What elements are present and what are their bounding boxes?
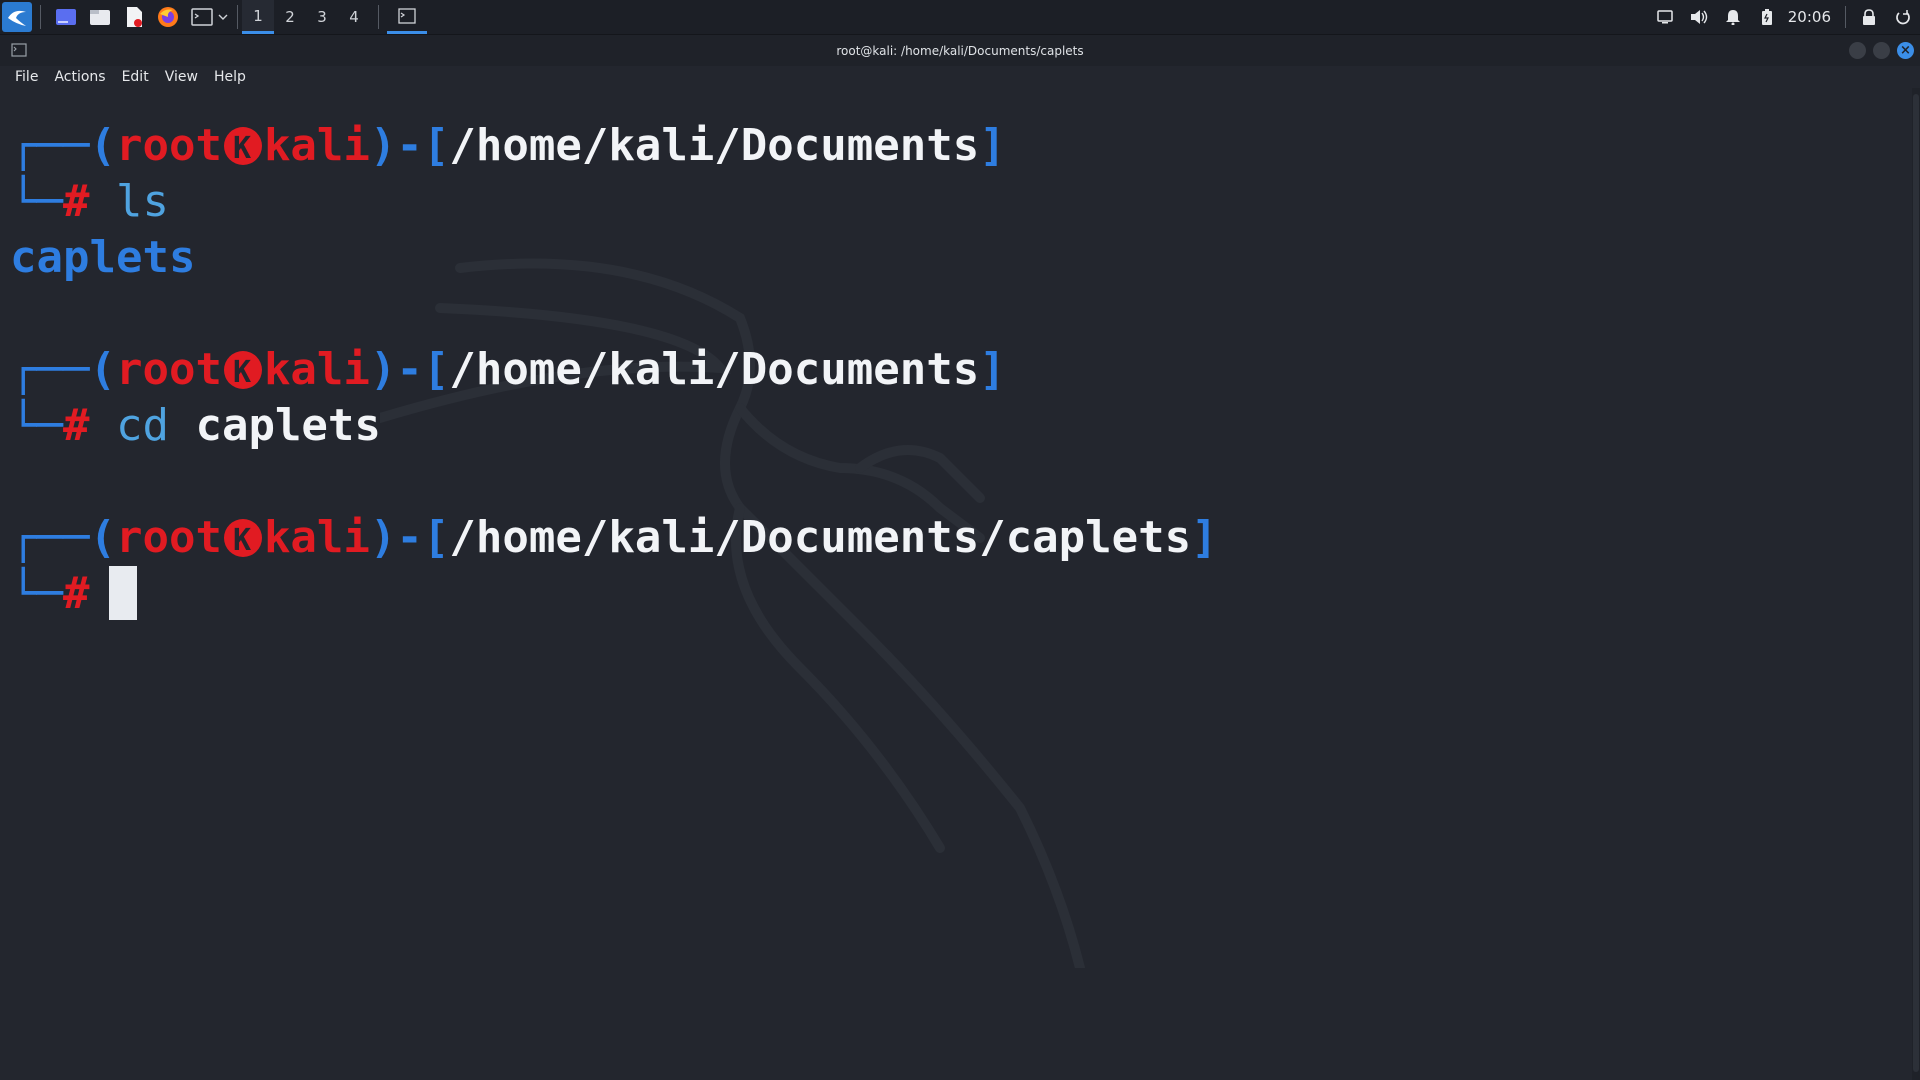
- kali-skull-icon: [223, 345, 262, 401]
- menu-view[interactable]: View: [157, 69, 206, 85]
- menu-bar: File Actions Edit View Help: [0, 66, 1920, 88]
- window-title: root@kali: /home/kali/Documents/caplets: [836, 43, 1084, 58]
- chevron-down-icon[interactable]: [217, 4, 229, 30]
- command-line: └─# cd caplets: [10, 400, 381, 451]
- prompt-path: /home/kali/Documents/caplets: [449, 512, 1192, 563]
- desktop-icon[interactable]: [53, 4, 79, 30]
- maximize-button[interactable]: [1873, 42, 1890, 59]
- terminal-area[interactable]: ┌──(rootkali)-[/home/kali/Documents] └─#…: [0, 88, 1912, 1080]
- prompt-host: kali: [263, 512, 370, 563]
- prompt-user: root: [115, 512, 222, 563]
- prompt-user: root: [115, 344, 222, 395]
- prompt-path: /home/kali/Documents: [449, 120, 980, 171]
- workspace-1[interactable]: 1: [242, 0, 274, 34]
- panel-separator: [237, 5, 238, 29]
- power-icon[interactable]: [1891, 0, 1915, 34]
- battery-icon[interactable]: [1755, 0, 1779, 34]
- menu-actions[interactable]: Actions: [46, 69, 113, 85]
- command-line: └─#: [10, 566, 138, 622]
- command-text: ls: [115, 176, 169, 227]
- command-output: caplets: [10, 232, 196, 283]
- firefox-icon[interactable]: [155, 4, 181, 30]
- workspace-2[interactable]: 2: [274, 0, 306, 34]
- command-argument: caplets: [195, 400, 381, 451]
- panel-separator: [378, 5, 379, 29]
- close-button[interactable]: ×: [1897, 42, 1914, 59]
- workspace-3[interactable]: 3: [306, 0, 338, 34]
- clock[interactable]: 20:06: [1788, 8, 1831, 26]
- kali-skull-icon: [223, 121, 262, 177]
- menu-help[interactable]: Help: [206, 69, 254, 85]
- menu-file[interactable]: File: [0, 69, 46, 85]
- terminal-icon[interactable]: [189, 4, 215, 30]
- terminal-icon: [11, 43, 27, 57]
- terminal-icon: [398, 7, 416, 24]
- prompt-host: kali: [263, 120, 370, 171]
- top-panel: 1 2 3 4 20:06: [0, 0, 1920, 35]
- kali-skull-icon: [223, 513, 262, 569]
- panel-launchers: 1 2 3 4: [0, 0, 427, 34]
- close-icon: ×: [1900, 43, 1911, 58]
- panel-separator: [40, 5, 41, 29]
- window-titlebar[interactable]: root@kali: /home/kali/Documents/caplets …: [0, 35, 1920, 66]
- kali-dragon-watermark: [380, 258, 1085, 968]
- prompt-user: root: [115, 120, 222, 171]
- prompt-line: ┌──(rootkali)-[/home/kali/Documents/capl…: [10, 510, 1218, 569]
- display-icon[interactable]: [1653, 0, 1677, 34]
- minimize-button[interactable]: [1849, 42, 1866, 59]
- panel-separator: [1845, 6, 1846, 28]
- text-editor-icon[interactable]: [121, 4, 147, 30]
- prompt-line: ┌──(rootkali)-[/home/kali/Documents]: [10, 342, 1006, 401]
- volume-icon[interactable]: [1687, 0, 1711, 34]
- bell-icon[interactable]: [1721, 0, 1745, 34]
- text-cursor[interactable]: [109, 566, 138, 620]
- command-line: └─# ls: [10, 176, 169, 227]
- lock-icon[interactable]: [1857, 0, 1881, 34]
- file-manager-icon[interactable]: [87, 4, 113, 30]
- window-controls: ×: [1849, 42, 1914, 59]
- taskbar-terminal-window[interactable]: [387, 0, 427, 34]
- scrollbar-thumb[interactable]: [1913, 94, 1919, 1072]
- prompt-path: /home/kali/Documents: [449, 344, 980, 395]
- system-tray: 20:06: [1648, 0, 1920, 34]
- command-text: cd: [115, 400, 169, 451]
- prompt-line: ┌──(rootkali)-[/home/kali/Documents]: [10, 118, 1006, 177]
- menu-edit[interactable]: Edit: [114, 69, 157, 85]
- kali-menu-icon[interactable]: [2, 2, 32, 32]
- prompt-host: kali: [263, 344, 370, 395]
- workspace-4[interactable]: 4: [338, 0, 370, 34]
